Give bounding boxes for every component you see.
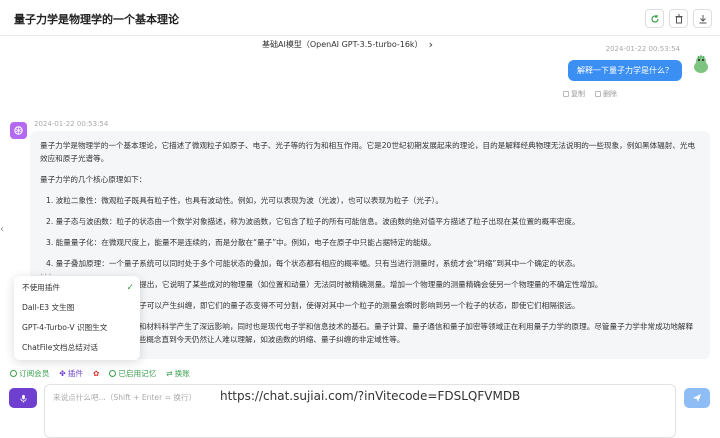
copy-action[interactable]: 复制 bbox=[563, 89, 585, 99]
download-button[interactable] bbox=[693, 9, 712, 28]
chat-title: 量子力学是物理学的一个基本理论 bbox=[14, 13, 179, 26]
user-message-actions: 复制 删除 bbox=[563, 89, 617, 99]
list-item: 2. 量子态与波函数：粒子的状态由一个数学对象描述，称为波函数，它包含了粒子的所… bbox=[46, 217, 580, 226]
send-button[interactable] bbox=[684, 388, 710, 408]
user-message-bubble: 解释一下量子力学是什么？ bbox=[568, 60, 682, 81]
list-item: 4. 量子叠加原理：一个量子系统可以同时处于多个可能状态的叠加，每个状态都有相应… bbox=[46, 259, 580, 268]
user-message-timestamp: 2024-01-22 00:53:54 bbox=[605, 45, 680, 53]
check-icon: ✓ bbox=[126, 283, 134, 293]
vip-icon bbox=[10, 369, 17, 377]
voice-input-button[interactable] bbox=[9, 388, 37, 408]
trash-icon bbox=[675, 14, 682, 23]
switch-account-button[interactable]: ⇄ 换账 bbox=[166, 368, 190, 379]
input-area: 来说点什么吧...（Shift + Enter = 换行） https://ch… bbox=[0, 384, 720, 438]
invite-url-overlay: https://chat.sujiai.com/?inVitecode=FDSL… bbox=[220, 389, 521, 403]
chat-header: 量子力学是物理学的一个基本理论 bbox=[0, 0, 720, 36]
plugin-option-none[interactable]: 不使用插件 ✓ bbox=[22, 279, 134, 297]
delete-chat-button[interactable] bbox=[669, 9, 688, 28]
user-avatar bbox=[690, 53, 712, 75]
bot-intro: 量子力学是物理学的一个基本理论，它描述了微观粒子如原子、电子、光子等的行为和相互… bbox=[40, 141, 696, 163]
delete-action[interactable]: 删除 bbox=[595, 89, 617, 99]
list-item: 1. 波粒二象性：微观粒子既具有粒子性，也具有波动性。例如，光可以表现为波（光波… bbox=[46, 196, 443, 205]
message-input[interactable]: 来说点什么吧...（Shift + Enter = 换行） https://ch… bbox=[44, 384, 676, 438]
subscribe-button[interactable]: 订阅会员 bbox=[10, 368, 49, 379]
palette-icon: ✿ bbox=[92, 368, 100, 378]
dalle-toggle-button[interactable]: ✿ bbox=[93, 369, 99, 378]
refresh-icon bbox=[650, 14, 659, 23]
export-button[interactable] bbox=[645, 9, 664, 28]
bot-message-timestamp: 2024-01-22 00:53:54 bbox=[34, 120, 109, 128]
delete-icon bbox=[595, 91, 601, 97]
input-placeholder: 来说点什么吧...（Shift + Enter = 换行） bbox=[53, 393, 197, 402]
switch-icon: ⇄ bbox=[166, 368, 173, 378]
openai-logo-icon bbox=[14, 126, 23, 135]
plugin-option-dalle[interactable]: Dall-E3 文生图 bbox=[22, 299, 132, 317]
puzzle-icon: ✤ bbox=[59, 368, 66, 378]
plugins-button[interactable]: ✤ 插件 bbox=[59, 368, 83, 379]
plugin-menu: ··· 不使用插件 ✓ Dall-E3 文生图 GPT-4-Turbo-V 识图… bbox=[14, 270, 140, 360]
copy-icon bbox=[563, 91, 569, 97]
clock-icon bbox=[109, 369, 117, 377]
list-item: 3. 能量量子化：在微观尺度上，能量不是连续的，而是分散在“量子”中。例如，电子… bbox=[46, 238, 436, 247]
plugin-option-chatfile[interactable]: ChatFile文档总结对话 bbox=[22, 339, 132, 357]
send-icon bbox=[693, 394, 701, 402]
dinosaur-avatar-icon bbox=[694, 55, 708, 73]
microphone-icon bbox=[19, 394, 27, 403]
download-icon bbox=[699, 14, 706, 23]
collapse-sidebar-icon[interactable]: ‹ bbox=[0, 224, 4, 235]
bot-principles-heading: 量子力学的几个核心原理如下： bbox=[40, 175, 147, 184]
plugin-option-gpt4v[interactable]: GPT-4-Turbo-V 识图生文 bbox=[22, 319, 132, 337]
input-toolbar: 订阅会员 ✤ 插件 ✿ 已启用记忆 ⇄ 换账 bbox=[10, 366, 190, 380]
bot-avatar bbox=[10, 122, 27, 139]
memory-toggle-button[interactable]: 已启用记忆 bbox=[109, 368, 156, 379]
